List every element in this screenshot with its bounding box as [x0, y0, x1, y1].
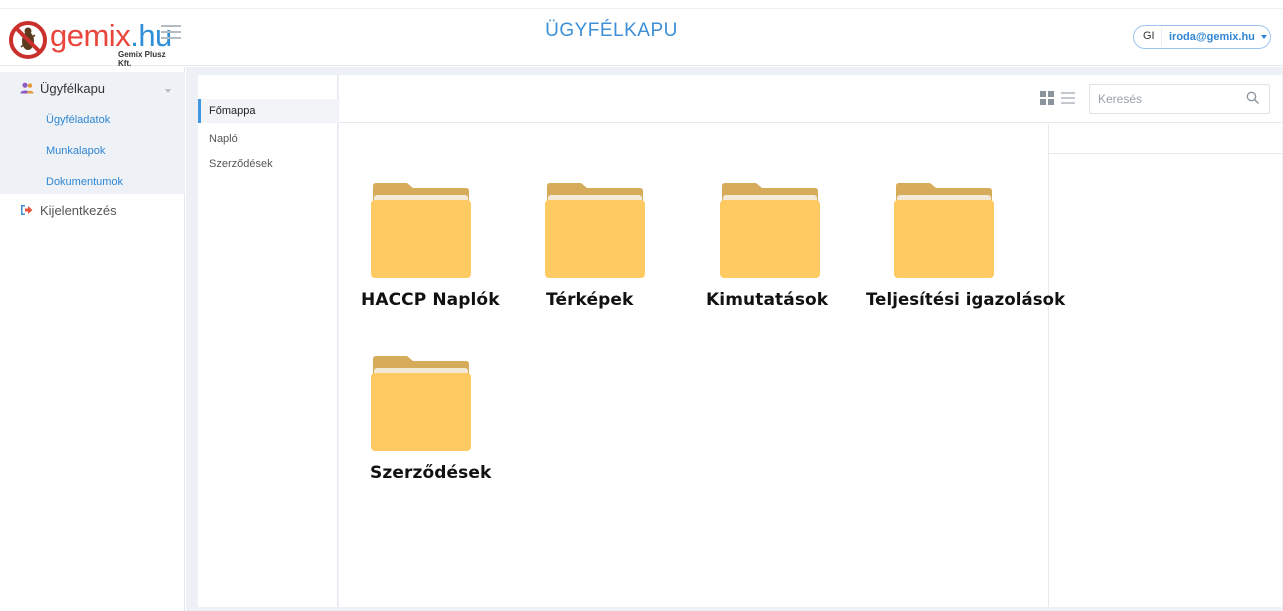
folder-item-terkepek[interactable]: Térképek	[535, 183, 705, 333]
folder-label: Teljesítési igazolások	[866, 290, 1066, 309]
user-email: iroda@gemix.hu	[1169, 31, 1255, 43]
grid-view-icon[interactable]	[1040, 91, 1054, 105]
users-icon	[20, 82, 34, 94]
folder-label: HACCP Naplók	[361, 290, 500, 310]
sidebar-item-munkalapok[interactable]: Munkalapok	[46, 145, 105, 157]
folder-label: Kimutatások	[706, 290, 829, 310]
logout-label: Kijelentkezés	[40, 203, 117, 218]
folder-icon	[371, 183, 471, 278]
tree-item-szerzodesek[interactable]: Szerződések	[198, 152, 338, 176]
folder-item-szerzodesek[interactable]: Szerződések	[361, 356, 531, 506]
folder-item-haccp-naplok[interactable]: HACCP Naplók	[361, 183, 531, 333]
search-input[interactable]	[1098, 90, 1238, 108]
tree-item-fomappa[interactable]: Főmappa	[198, 99, 338, 123]
user-menu-button[interactable]: GI iroda@gemix.hu	[1133, 25, 1271, 49]
logo-subtitle: Gemix Plusz Kft.	[118, 50, 166, 68]
sign-out-icon	[21, 205, 33, 215]
file-toolbar	[339, 75, 1282, 123]
tree-item-naplo[interactable]: Napló	[198, 127, 338, 151]
search-icon[interactable]	[1246, 91, 1260, 105]
search-box	[1089, 84, 1270, 114]
folder-label: Szerződések	[370, 463, 492, 483]
header-top-line	[0, 8, 1283, 9]
folder-label: Térképek	[546, 290, 634, 310]
list-view-icon[interactable]	[1061, 91, 1075, 105]
details-pane-header-divider	[1049, 153, 1283, 154]
folder-icon	[720, 183, 820, 278]
chevron-down-icon[interactable]	[165, 89, 171, 93]
app-header: gemix.hu Gemix Plusz Kft. ÜGYFÉLKAPU GI …	[0, 0, 1283, 68]
file-browser: HACCP Naplók Térképek Kimutatások Teljes…	[339, 75, 1283, 607]
folder-icon	[545, 183, 645, 278]
user-initials: GI	[1143, 30, 1155, 42]
folder-item-teljesitesi-igazolasok[interactable]: Teljesítési igazolások	[866, 183, 1066, 333]
sidebar-item-dokumentumok[interactable]: Dokumentumok	[46, 176, 123, 188]
user-pill-divider	[1161, 28, 1162, 46]
folder-tree: Főmappa Napló Szerződések	[198, 75, 338, 607]
sidebar-item-ugyfeladatok[interactable]: Ügyféladatok	[46, 114, 110, 126]
folder-icon	[894, 183, 994, 278]
details-pane	[1048, 124, 1283, 607]
sidebar-section-label: Ügyfélkapu	[40, 81, 106, 96]
page-title: ÜGYFÉLKAPU	[545, 20, 678, 41]
sidebar: Ügyfélkapu Ügyféladatok Munkalapok Dokum…	[0, 67, 185, 611]
folder-item-kimutatasok[interactable]: Kimutatások	[706, 183, 879, 333]
folder-icon	[371, 356, 471, 451]
chevron-down-icon	[1261, 35, 1267, 39]
sidebar-section-ugyfelkapu: Ügyfélkapu Ügyféladatok Munkalapok Dokum…	[0, 72, 185, 194]
